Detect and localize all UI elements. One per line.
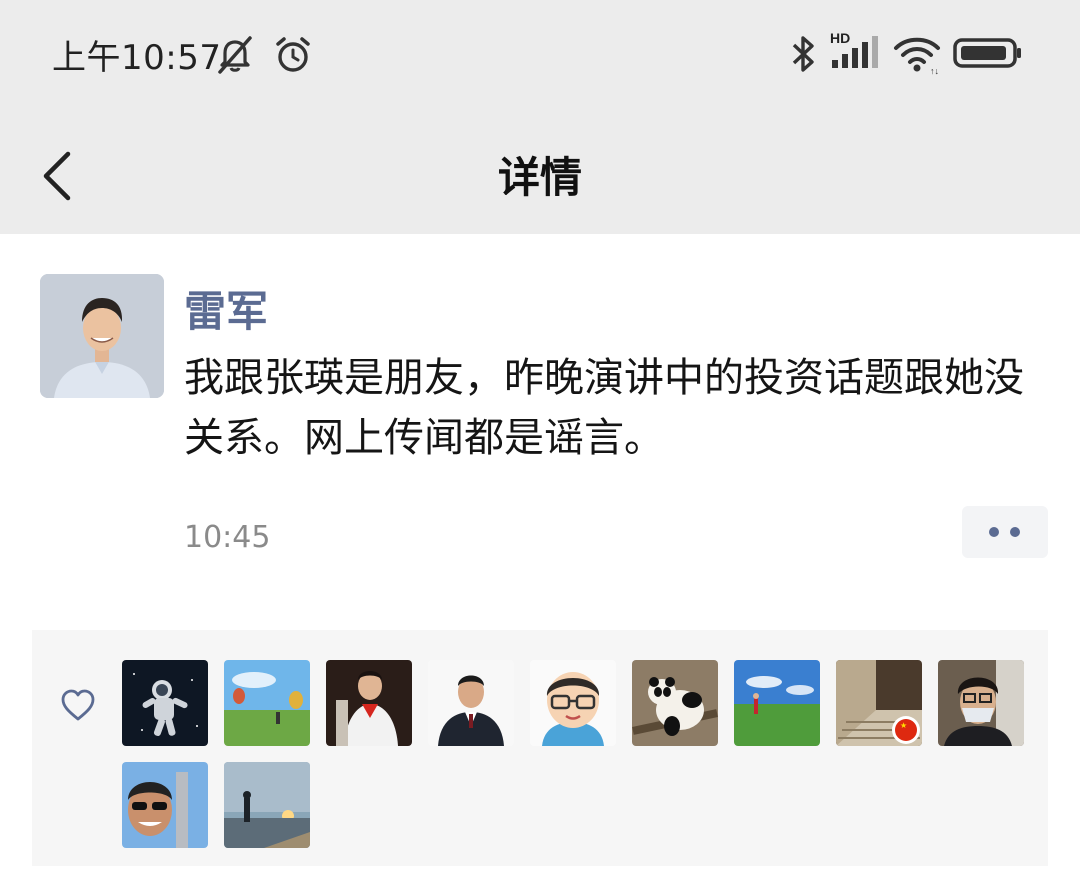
more-dots-icon: [989, 527, 999, 537]
panda-avatar-image: [632, 660, 718, 746]
liker-avatar-astronaut[interactable]: [122, 660, 208, 746]
moment-post: 雷军 我跟张瑛是朋友，昨晚演讲中的投资话题跟她没关系。网上传闻都是谣言。 10:…: [0, 234, 1080, 876]
liker-avatar-stairway[interactable]: ★: [836, 660, 922, 746]
nav-bar: 详情: [0, 110, 1080, 234]
more-dots-icon: [1010, 527, 1020, 537]
svg-text:↑↓: ↑↓: [930, 66, 939, 76]
bluetooth-icon: [792, 36, 814, 72]
liker-avatar-cartoon-glasses[interactable]: [530, 660, 616, 746]
liker-avatar-masked-man[interactable]: [938, 660, 1024, 746]
likes-panel: ★: [32, 630, 1048, 866]
stairway-avatar-image: ★: [836, 660, 922, 746]
heart-outline-icon: [61, 689, 95, 721]
liker-avatar-selfie-sunglasses[interactable]: [122, 762, 208, 848]
alarm-icon: [276, 37, 310, 72]
astronaut-avatar-image: [122, 660, 208, 746]
status-bar: 上午10:57 HD ↑↓: [0, 0, 1080, 110]
liker-avatar-panda[interactable]: [632, 660, 718, 746]
golf-field-avatar-image: [734, 660, 820, 746]
author-name[interactable]: 雷军: [184, 278, 268, 339]
liker-avatar-golf-field[interactable]: [734, 660, 820, 746]
post-text: 我跟张瑛是朋友，昨晚演讲中的投资话题跟她没关系。网上传闻都是谣言。: [184, 355, 1024, 461]
wifi-icon: ↑↓: [894, 37, 940, 76]
liker-avatar-student-red-scarf[interactable]: [326, 660, 412, 746]
liker-avatar-balloon-field[interactable]: [224, 660, 310, 746]
more-button[interactable]: [962, 506, 1048, 558]
status-time: 上午10:57: [52, 38, 222, 78]
man-in-suit-avatar-image: [428, 660, 514, 746]
student-red-scarf-avatar-image: [326, 660, 412, 746]
cartoon-glasses-avatar-image: [530, 660, 616, 746]
battery-icon: [953, 38, 1021, 68]
masked-man-avatar-image: [938, 660, 1024, 746]
page-title: 详情: [497, 153, 582, 202]
liker-avatar-sunset-silhouette[interactable]: [224, 762, 310, 848]
mute-bell-icon: [218, 36, 252, 74]
balloon-field-avatar-image: [224, 660, 310, 746]
post-time: 10:45: [184, 520, 271, 555]
author-avatar[interactable]: [40, 274, 164, 398]
selfie-sunglasses-avatar-image: [122, 762, 208, 848]
author-avatar-image: [40, 274, 164, 398]
sunset-silhouette-avatar-image: [224, 762, 310, 848]
hd-signal-icon: HD: [830, 30, 882, 74]
svg-text:★: ★: [900, 721, 907, 730]
liker-avatar-man-in-suit[interactable]: [428, 660, 514, 746]
